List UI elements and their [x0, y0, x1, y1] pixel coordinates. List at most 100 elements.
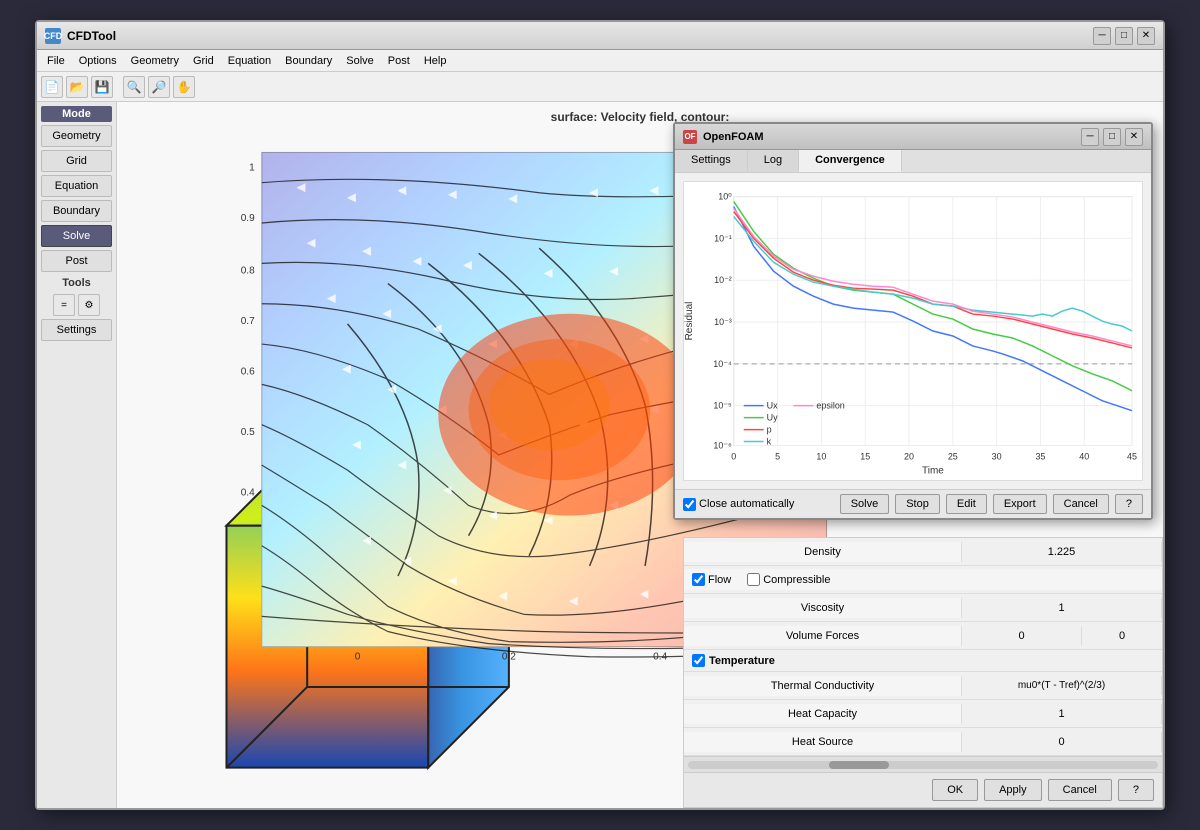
compressible-checkbox-label: Compressible: [747, 573, 830, 586]
temperature-section: Temperature: [684, 650, 1162, 672]
maximize-button[interactable]: □: [1115, 27, 1133, 45]
svg-text:0: 0: [731, 451, 736, 461]
main-window: CFD CFDTool ─ □ ✕ File Options Geometry …: [35, 20, 1165, 810]
tools-row: = ⚙: [41, 294, 112, 316]
temperature-label: Temperature: [709, 655, 775, 667]
minimize-button[interactable]: ─: [1093, 27, 1111, 45]
apply-button[interactable]: Apply: [984, 779, 1042, 801]
viscosity-value: 1: [962, 598, 1162, 618]
cancel-of-button[interactable]: Cancel: [1053, 494, 1109, 514]
menu-options[interactable]: Options: [73, 53, 123, 69]
openfoam-icon: OF: [683, 130, 697, 144]
svg-text:1: 1: [249, 163, 255, 174]
compressible-label: Compressible: [763, 574, 830, 586]
flow-checkbox-label: Flow: [692, 573, 731, 586]
menu-grid[interactable]: Grid: [187, 53, 220, 69]
flow-checkbox[interactable]: [692, 573, 705, 586]
export-button[interactable]: Export: [993, 494, 1047, 514]
svg-text:Uy: Uy: [767, 413, 778, 423]
svg-text:0: 0: [355, 652, 361, 663]
heat-source-label: Heat Source: [684, 732, 962, 752]
svg-text:0.4: 0.4: [241, 487, 255, 498]
menu-geometry[interactable]: Geometry: [125, 53, 185, 69]
svg-text:10⁻¹: 10⁻¹: [714, 233, 732, 243]
compressible-checkbox[interactable]: [747, 573, 760, 586]
svg-text:0.8: 0.8: [241, 265, 255, 276]
toolbar-zoom-in[interactable]: 🔍: [123, 76, 145, 98]
toolbar-zoom-out[interactable]: 🔎: [148, 76, 170, 98]
sidebar-solve[interactable]: Solve: [41, 225, 112, 247]
toolbar-save[interactable]: 💾: [91, 76, 113, 98]
edit-button[interactable]: Edit: [946, 494, 987, 514]
toolbar-pan[interactable]: ✋: [173, 76, 195, 98]
svg-text:20: 20: [904, 451, 914, 461]
menu-post[interactable]: Post: [382, 53, 416, 69]
temperature-checkbox[interactable]: [692, 654, 705, 667]
svg-text:45: 45: [1127, 451, 1137, 461]
menu-help[interactable]: Help: [418, 53, 453, 69]
svg-text:10⁻⁴: 10⁻⁴: [713, 359, 732, 369]
sidebar-post[interactable]: Post: [41, 250, 112, 272]
tab-convergence[interactable]: Convergence: [799, 150, 902, 172]
menu-equation[interactable]: Equation: [222, 53, 277, 69]
solve-button[interactable]: Solve: [840, 494, 890, 514]
svg-text:40: 40: [1079, 451, 1089, 461]
equation-panel: Density 1.225 Flow Compressible: [683, 537, 1163, 808]
heat-source-row: Heat Source 0: [684, 728, 1162, 756]
density-row: Density 1.225: [684, 538, 1162, 566]
svg-text:35: 35: [1035, 451, 1045, 461]
openfoam-action-bar: Close automatically Solve Stop Edit Expo…: [675, 489, 1151, 518]
main-content: Mode Geometry Grid Equation Boundary Sol…: [37, 102, 1163, 808]
app-title: CFDTool: [67, 29, 1087, 43]
svg-text:10⁰: 10⁰: [718, 192, 732, 202]
sidebar-grid[interactable]: Grid: [41, 150, 112, 172]
heat-capacity-label: Heat Capacity: [684, 704, 962, 724]
tab-log[interactable]: Log: [748, 150, 799, 172]
svg-text:Ux: Ux: [767, 401, 778, 411]
openfoam-controls: ─ □ ✕: [1081, 128, 1143, 146]
heat-capacity-value: 1: [962, 704, 1162, 724]
cancel-eq-button[interactable]: Cancel: [1048, 779, 1112, 801]
title-controls: ─ □ ✕: [1093, 27, 1155, 45]
svg-text:0.5: 0.5: [241, 427, 255, 438]
svg-text:10⁻²: 10⁻²: [714, 275, 732, 285]
scrollbar[interactable]: [684, 756, 1162, 772]
thermal-conductivity-value: mu0*(T - Tref)^(2/3): [962, 676, 1162, 695]
menu-solve[interactable]: Solve: [340, 53, 380, 69]
help-of-button[interactable]: ?: [1115, 494, 1143, 514]
title-bar: CFD CFDTool ─ □ ✕: [37, 22, 1163, 50]
svg-text:10⁻⁵: 10⁻⁵: [713, 401, 732, 411]
volume-forces-row: Volume Forces 0 0: [684, 622, 1162, 650]
openfoam-window: OF OpenFOAM ─ □ ✕ Settings Log Convergen…: [673, 122, 1153, 520]
toolbar-open[interactable]: 📂: [66, 76, 88, 98]
heat-source-value: 0: [962, 732, 1162, 752]
ok-button[interactable]: OK: [932, 779, 978, 801]
equation-panel-buttons: OK Apply Cancel ?: [684, 772, 1162, 807]
close-button[interactable]: ✕: [1137, 27, 1155, 45]
svg-text:0.6: 0.6: [241, 366, 255, 377]
flow-label: Flow: [708, 574, 731, 586]
openfoam-maximize[interactable]: □: [1103, 128, 1121, 146]
sidebar-geometry[interactable]: Geometry: [41, 125, 112, 147]
openfoam-close[interactable]: ✕: [1125, 128, 1143, 146]
sidebar-settings[interactable]: Settings: [41, 319, 112, 341]
openfoam-tabs: Settings Log Convergence: [675, 150, 1151, 173]
tab-settings[interactable]: Settings: [675, 150, 748, 172]
svg-text:5: 5: [775, 451, 780, 461]
openfoam-minimize[interactable]: ─: [1081, 128, 1099, 146]
flow-compressible-row: Flow Compressible: [684, 566, 1162, 594]
sidebar-equation[interactable]: Equation: [41, 175, 112, 197]
convergence-chart: 10⁰ 10⁻¹ 10⁻² 10⁻³ 10⁻⁴ 10⁻⁵ 10⁻⁶ 0 5: [683, 181, 1143, 481]
stop-button[interactable]: Stop: [895, 494, 940, 514]
menu-boundary[interactable]: Boundary: [279, 53, 338, 69]
close-auto-label: Close automatically: [699, 498, 794, 510]
help-eq-button[interactable]: ?: [1118, 779, 1154, 801]
sidebar-boundary[interactable]: Boundary: [41, 200, 112, 222]
close-auto-checkbox[interactable]: [683, 498, 696, 511]
svg-text:k: k: [767, 437, 772, 447]
toolbar-new[interactable]: 📄: [41, 76, 63, 98]
svg-text:15: 15: [860, 451, 870, 461]
tool-settings-icon[interactable]: ⚙: [78, 294, 100, 316]
menu-file[interactable]: File: [41, 53, 71, 69]
tool-eq[interactable]: =: [53, 294, 75, 316]
